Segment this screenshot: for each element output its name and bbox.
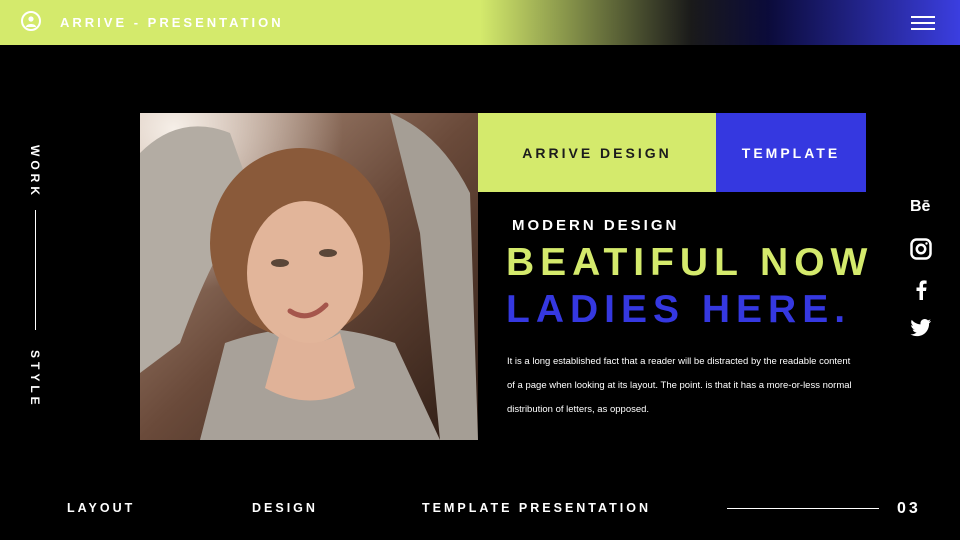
twitter-icon[interactable] <box>910 318 934 340</box>
behance-label: Bē <box>910 198 931 215</box>
top-bar: ARRIVE - PRESENTATION <box>0 0 960 45</box>
portrait-photo <box>140 113 478 440</box>
side-label-work: WORK <box>28 145 42 199</box>
presentation-title: ARRIVE - PRESENTATION <box>60 15 284 30</box>
instagram-icon[interactable] <box>910 238 934 260</box>
template-tag: TEMPLATE <box>716 113 866 192</box>
side-label-style: STYLE <box>28 350 42 409</box>
footer-divider <box>727 508 879 509</box>
side-divider <box>35 210 36 330</box>
footer-template-presentation: TEMPLATE PRESENTATION <box>422 501 651 515</box>
page-number: 03 <box>897 500 921 517</box>
footer-layout: LAYOUT <box>67 501 136 515</box>
subheading: MODERN DESIGN <box>512 217 680 234</box>
headline-line-1: BEATIFUL NOW <box>506 241 874 284</box>
body-paragraph: It is a long established fact that a rea… <box>507 356 852 415</box>
arrive-design-tag: ARRIVE DESIGN <box>478 113 716 192</box>
headline-line-2: LADIES HERE. <box>506 288 852 331</box>
hamburger-menu-icon[interactable] <box>911 16 935 32</box>
facebook-icon[interactable] <box>910 279 934 301</box>
user-circle-icon[interactable] <box>21 11 41 31</box>
footer-design: DESIGN <box>252 501 318 515</box>
behance-icon[interactable]: Bē <box>910 198 934 220</box>
